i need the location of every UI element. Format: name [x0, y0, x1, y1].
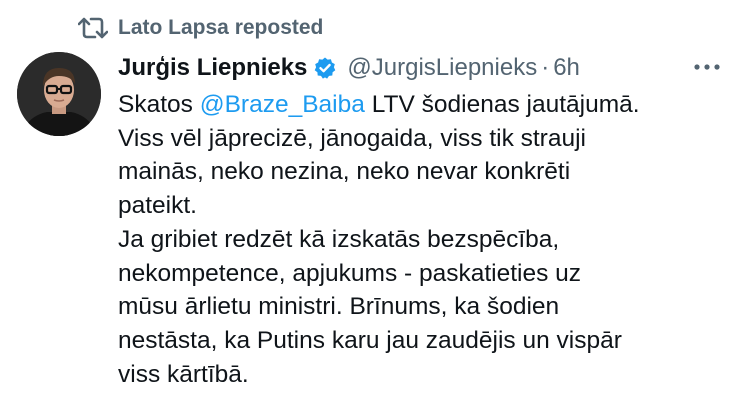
- repost-indicator[interactable]: Lato Lapsa reposted: [77, 12, 324, 44]
- tweet-line: nestāsta, ka Putins karu jau zaudējis un…: [118, 326, 622, 354]
- tweet-line: viss kārtībā.: [118, 360, 249, 388]
- avatar[interactable]: [17, 52, 101, 136]
- author-display-name[interactable]: Jurģis Liepnieks: [118, 54, 307, 82]
- tweet-line: pateikt.: [118, 192, 197, 220]
- author-handle[interactable]: @JurgisLiepnieks: [347, 54, 537, 82]
- tweet-line: Skatos @Braze_Baiba LTV šodienas jautāju…: [118, 88, 738, 122]
- tweet-line: mainās, neko nezina, neko nevar konkrēti: [118, 158, 571, 186]
- tweet-line: nekompetence, apjukums - paskatieties uz: [118, 259, 582, 287]
- more-options-icon[interactable]: [690, 52, 724, 82]
- tweet-line: Ja gribiet redzēt kā izskatās bezspēcība…: [118, 225, 560, 253]
- tweet-header: Jurģis Liepnieks @JurgisLiepnieks · 6h: [118, 50, 732, 86]
- separator-dot: ·: [541, 54, 550, 81]
- tweet-line: mūsu ārlietu ministri. Brīnums, ka šodie…: [118, 293, 560, 321]
- tweet-text: Skatos @Braze_Baiba LTV šodienas jautāju…: [118, 88, 738, 391]
- tweet-text-segment: LTV šodienas jautājumā.: [364, 91, 640, 118]
- mention-link[interactable]: @Braze_Baiba: [200, 91, 365, 118]
- post-time[interactable]: 6h: [553, 54, 580, 82]
- tweet-text-segment: Skatos: [118, 91, 200, 118]
- repost-label: Lato Lapsa reposted: [118, 16, 324, 39]
- verified-badge-icon[interactable]: [313, 56, 337, 80]
- repost-icon: [77, 15, 109, 41]
- tweet-line: Viss vēl jāprecizē, jānogaida, viss tik …: [118, 124, 586, 152]
